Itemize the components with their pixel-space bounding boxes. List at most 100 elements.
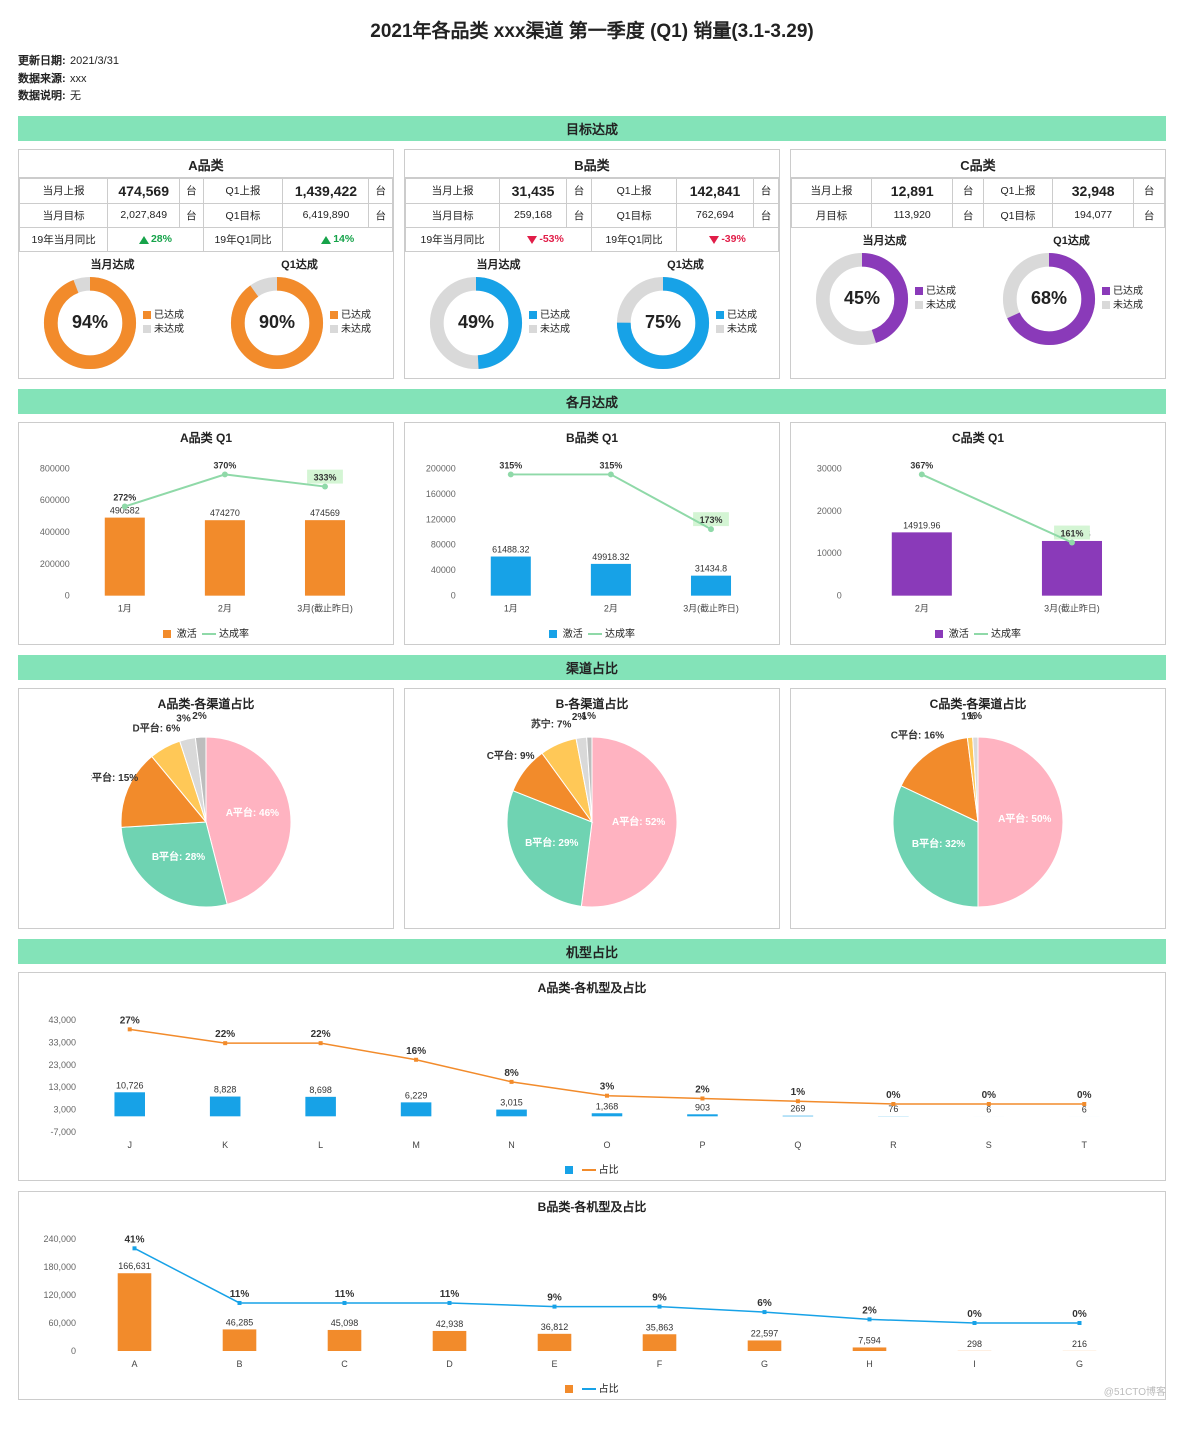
svg-text:43,000: 43,000	[48, 1015, 76, 1025]
svg-text:11%: 11%	[440, 1289, 460, 1300]
svg-text:474270: 474270	[210, 508, 240, 518]
pie-chart-1: B-各渠道占比A平台: 52%B平台: 29%C平台: 9%苏宁: 7%2%1%	[404, 688, 780, 929]
svg-text:R: R	[890, 1140, 897, 1150]
svg-text:A平台: 50%: A平台: 50%	[998, 812, 1051, 825]
svg-text:13,000: 13,000	[48, 1082, 76, 1092]
watermark: @51CTO博客	[1104, 1383, 1166, 1398]
svg-text:1月: 1月	[504, 603, 518, 613]
svg-text:1,368: 1,368	[596, 1101, 619, 1111]
svg-text:2%: 2%	[192, 712, 207, 722]
svg-text:333%: 333%	[314, 472, 337, 482]
kpi-table: 当月上报12,891台Q1上报32,948台 月目标113,920台Q1目标19…	[791, 178, 1165, 228]
svg-text:B平台: 28%: B平台: 28%	[152, 850, 205, 863]
svg-text:1%: 1%	[582, 712, 597, 722]
svg-text:160000: 160000	[426, 489, 456, 499]
svg-text:30000: 30000	[817, 463, 842, 473]
monthly-chart-1: B品类 Q10400008000012000016000020000061488…	[404, 422, 780, 645]
svg-text:F: F	[657, 1359, 663, 1369]
svg-text:E: E	[551, 1359, 557, 1369]
svg-text:3月(截止昨日): 3月(截止昨日)	[297, 602, 353, 613]
svg-text:S: S	[986, 1140, 992, 1150]
kpi-card-2: C品类 当月上报12,891台Q1上报32,948台 月目标113,920台Q1…	[790, 149, 1166, 379]
svg-text:40000: 40000	[431, 565, 456, 575]
svg-text:8%: 8%	[504, 1068, 519, 1079]
svg-text:3,000: 3,000	[53, 1104, 76, 1114]
svg-text:6%: 6%	[757, 1298, 772, 1309]
page-title: 2021年各品类 xxx渠道 第一季度 (Q1) 销量(3.1-3.29)	[18, 16, 1166, 43]
svg-text:J: J	[127, 1140, 131, 1150]
svg-text:120000: 120000	[426, 514, 456, 524]
kpi-header: B品类	[405, 152, 779, 178]
svg-text:0: 0	[65, 590, 70, 600]
svg-text:0: 0	[837, 590, 842, 600]
svg-text:22%: 22%	[215, 1029, 235, 1040]
svg-text:10,726: 10,726	[116, 1080, 144, 1090]
svg-text:903: 903	[695, 1102, 710, 1112]
svg-text:16%: 16%	[406, 1046, 426, 1057]
svg-text:0: 0	[71, 1346, 76, 1356]
svg-text:2月: 2月	[604, 603, 618, 613]
svg-text:3月(截止昨日): 3月(截止昨日)	[683, 602, 739, 613]
svg-text:0%: 0%	[982, 1090, 997, 1101]
svg-text:10000: 10000	[817, 548, 842, 558]
svg-text:A平台: 52%: A平台: 52%	[612, 815, 665, 828]
svg-text:苏宁: 7%: 苏宁: 7%	[531, 717, 572, 730]
svg-text:11%: 11%	[335, 1289, 355, 1300]
svg-text:0%: 0%	[886, 1090, 901, 1101]
donut-q1: Q1达成75%已达成未达成	[614, 256, 757, 372]
svg-text:367%: 367%	[910, 460, 933, 470]
kpi-card-1: B品类 当月上报31,435台Q1上报142,841台 当月目标259,168台…	[404, 149, 780, 379]
svg-text:27%: 27%	[120, 1015, 140, 1026]
svg-text:8,828: 8,828	[214, 1084, 237, 1094]
section-channel: 渠道占比	[18, 655, 1166, 680]
svg-text:G: G	[1076, 1359, 1083, 1369]
monthly-chart-0: A品类 Q102000004000006000008000004905821月4…	[18, 422, 394, 645]
svg-text:272%: 272%	[113, 492, 136, 502]
svg-text:O: O	[603, 1140, 610, 1150]
svg-text:3月(截止昨日): 3月(截止昨日)	[1044, 602, 1100, 613]
svg-text:G: G	[761, 1359, 768, 1369]
svg-text:370%: 370%	[213, 460, 236, 470]
svg-text:600000: 600000	[40, 495, 70, 505]
svg-text:Q: Q	[794, 1140, 801, 1150]
svg-text:80000: 80000	[431, 540, 456, 550]
svg-text:2%: 2%	[695, 1084, 710, 1095]
svg-text:22%: 22%	[311, 1029, 331, 1040]
svg-text:B平台: 29%: B平台: 29%	[525, 836, 578, 849]
svg-text:61488.32: 61488.32	[492, 544, 529, 554]
svg-text:D: D	[446, 1359, 453, 1369]
svg-text:23,000: 23,000	[48, 1060, 76, 1070]
svg-text:315%: 315%	[499, 460, 522, 470]
svg-text:C平台: 15%: C平台: 15%	[91, 771, 138, 784]
section-monthly: 各月达成	[18, 389, 1166, 414]
svg-text:0%: 0%	[1072, 1309, 1087, 1320]
svg-text:3%: 3%	[176, 713, 191, 724]
svg-text:B平台: 32%: B平台: 32%	[912, 837, 965, 850]
svg-text:400000: 400000	[40, 527, 70, 537]
svg-text:22,597: 22,597	[751, 1328, 779, 1338]
svg-text:2月: 2月	[915, 603, 929, 613]
svg-text:200000: 200000	[426, 463, 456, 473]
svg-text:N: N	[508, 1140, 514, 1150]
svg-text:K: K	[222, 1140, 228, 1150]
svg-text:0%: 0%	[967, 1309, 982, 1320]
svg-text:M: M	[412, 1140, 420, 1150]
svg-text:0%: 0%	[1077, 1090, 1092, 1101]
svg-text:1%: 1%	[791, 1087, 806, 1098]
donut-q1: Q1达成68%已达成未达成	[1000, 232, 1143, 348]
svg-text:166,631: 166,631	[118, 1261, 151, 1271]
section-model: 机型占比	[18, 939, 1166, 964]
svg-text:1%: 1%	[968, 712, 983, 722]
svg-text:45,098: 45,098	[331, 1318, 359, 1328]
svg-text:C: C	[341, 1359, 348, 1369]
svg-text:269: 269	[790, 1103, 805, 1113]
svg-text:H: H	[866, 1359, 873, 1369]
svg-text:7,594: 7,594	[858, 1335, 881, 1345]
svg-text:315%: 315%	[599, 460, 622, 470]
svg-text:60,000: 60,000	[48, 1318, 76, 1328]
svg-text:1月: 1月	[118, 603, 132, 613]
svg-text:D平台: 6%: D平台: 6%	[132, 722, 180, 735]
svg-text:120,000: 120,000	[43, 1290, 76, 1300]
svg-text:9%: 9%	[652, 1292, 667, 1303]
svg-text:A: A	[131, 1359, 137, 1369]
